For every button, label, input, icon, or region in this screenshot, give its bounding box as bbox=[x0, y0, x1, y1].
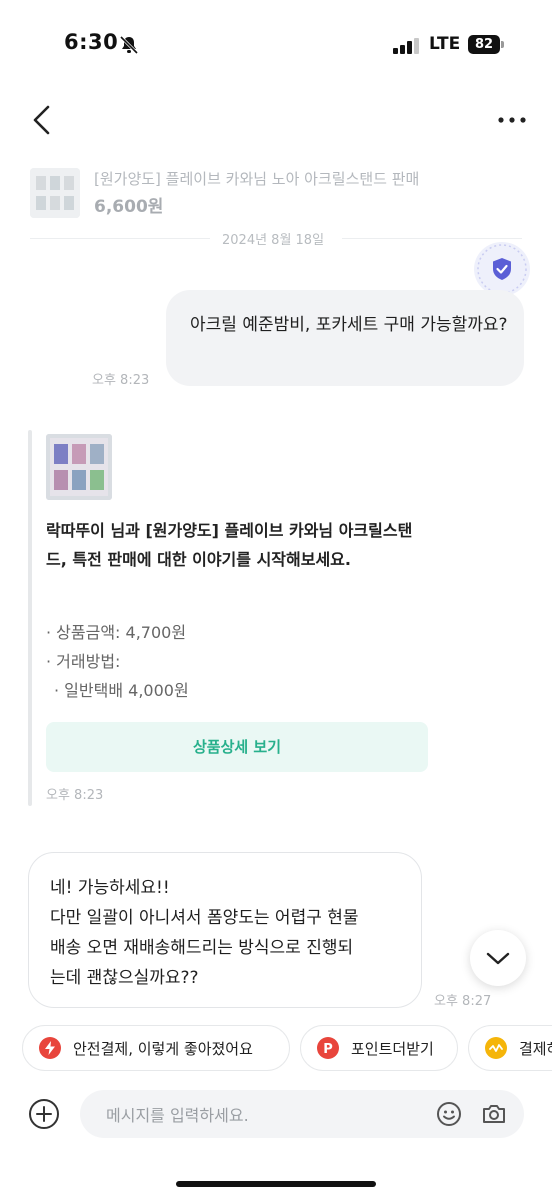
sent-message-text: 아크릴 예준밤비, 포카세트 구매 가능할까요? bbox=[190, 315, 508, 335]
chip-label: 안전결제, 이렇게 좋아졌어요 bbox=[73, 1039, 253, 1058]
scroll-down-button[interactable] bbox=[470, 930, 526, 986]
camera-button[interactable] bbox=[481, 1101, 507, 1127]
bell-slash-icon bbox=[119, 35, 139, 55]
point-p-icon: P bbox=[317, 1037, 339, 1059]
home-indicator bbox=[176, 1181, 376, 1187]
system-card-bar bbox=[28, 430, 32, 806]
back-button[interactable] bbox=[26, 102, 60, 138]
chip-pay[interactable]: 결제하기 bbox=[468, 1025, 552, 1071]
signal-icon bbox=[393, 38, 419, 54]
date-divider: 2024년 8월 18일 bbox=[222, 233, 325, 248]
network-type: LTE bbox=[429, 34, 461, 54]
lightning-icon bbox=[39, 1037, 61, 1059]
emoji-button[interactable] bbox=[436, 1101, 462, 1127]
battery-level: 82 bbox=[468, 35, 500, 54]
chevron-down-icon bbox=[486, 952, 510, 965]
product-detail-button[interactable]: 상품상세 보기 bbox=[46, 722, 428, 772]
safe-trade-badge[interactable] bbox=[474, 242, 530, 296]
divider bbox=[342, 238, 522, 239]
chip-label: 결제하기 bbox=[519, 1039, 552, 1058]
chip-label: 포인트더받기 bbox=[351, 1039, 434, 1058]
more-options-button[interactable] bbox=[494, 106, 530, 134]
message-time: 오후 8:23 bbox=[92, 373, 150, 388]
message-time: 오후 8:27 bbox=[434, 994, 492, 1009]
message-input[interactable] bbox=[104, 1101, 418, 1129]
trade-method-value: · 일반택배 4,000원 bbox=[54, 681, 189, 700]
chip-safe-payment[interactable]: 안전결제, 이렇게 좋아졌어요 bbox=[22, 1025, 290, 1071]
trade-price: · 상품금액: 4,700원 bbox=[46, 623, 187, 642]
battery-icon: 82 bbox=[468, 35, 504, 54]
received-message-text: 네! 가능하세요!! 다만 일괄이 아니셔서 폼양도는 어렵구 현물 배송 오면… bbox=[50, 878, 359, 988]
product-thumbnail[interactable] bbox=[30, 168, 80, 218]
pay-icon bbox=[485, 1037, 507, 1059]
message-time: 오후 8:23 bbox=[46, 788, 104, 803]
system-card-message: 락따뚜이 님과 [원가양도] 플레이브 카와님 아크릴스탠드, 특전 판매에 대… bbox=[46, 521, 413, 569]
shield-check-icon bbox=[477, 244, 527, 294]
product-title[interactable]: [원가양도] 플레이브 카와님 노아 아크릴스탠드 판매 bbox=[94, 168, 419, 189]
chip-point[interactable]: P 포인트더받기 bbox=[300, 1025, 458, 1071]
trade-method-label: · 거래방법: bbox=[46, 652, 121, 671]
card-product-image[interactable] bbox=[46, 434, 112, 500]
svg-text:P: P bbox=[323, 1042, 333, 1057]
divider bbox=[30, 238, 210, 239]
status-time: 6:30 bbox=[64, 30, 119, 54]
product-price: 6,600원 bbox=[94, 197, 164, 217]
trade-details: · 상품금액: 4,700원 · 거래방법: · 일반택배 4,000원 bbox=[46, 618, 189, 705]
add-attachment-button[interactable] bbox=[28, 1098, 60, 1130]
